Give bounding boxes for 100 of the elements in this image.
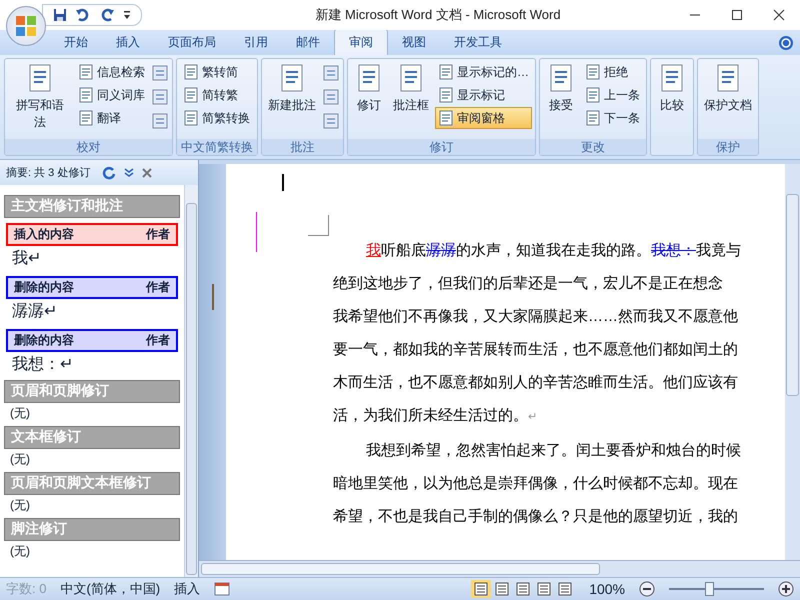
- calendar-icon[interactable]: [214, 582, 230, 596]
- group-label: 修订: [348, 139, 535, 155]
- document-icon[interactable]: [151, 112, 169, 130]
- undo-icon[interactable]: [75, 8, 91, 22]
- document-icon[interactable]: [151, 64, 169, 82]
- text-line: 活，为我们所未经生活过的。↵: [332, 406, 538, 426]
- document-icon: [183, 110, 199, 126]
- group-label: 更改: [540, 139, 646, 155]
- ribbon-tab[interactable]: 插入: [102, 30, 154, 55]
- text-line: 木而生活，也不愿意都如别人的辛苦恣睢而生活。他们应该有: [332, 373, 739, 393]
- ribbon-tab[interactable]: 引用: [230, 30, 282, 55]
- document-icon: [183, 87, 199, 103]
- text-cursor: [282, 174, 284, 191]
- close-icon: [773, 9, 785, 21]
- help-icon[interactable]: [778, 35, 794, 51]
- empty-note: (无): [9, 451, 31, 468]
- group-label: 校对: [5, 139, 172, 155]
- document-icon: [183, 64, 199, 80]
- horizontal-scrollbar[interactable]: [199, 560, 800, 577]
- ribbon-button[interactable]: 显示标记的…: [435, 61, 532, 83]
- ribbon-tab[interactable]: 邮件: [282, 30, 334, 55]
- ribbon-tab[interactable]: 开发工具: [440, 30, 516, 55]
- revision-header[interactable]: 删除的内容 作者: [6, 276, 178, 299]
- document-icon[interactable]: [322, 64, 340, 82]
- ribbon-button[interactable]: 修订: [351, 61, 387, 137]
- document-icon: [78, 110, 94, 126]
- scrollbar[interactable]: [785, 164, 800, 560]
- scrollbar[interactable]: [184, 185, 198, 577]
- revision-summary: 摘要: 共 3 处修订: [6, 166, 90, 180]
- zoom-slider-thumb[interactable]: [704, 582, 714, 596]
- group-label: 保护: [698, 139, 758, 155]
- ribbon-button[interactable]: 简转繁: [180, 84, 253, 106]
- refresh-icon[interactable]: [102, 166, 116, 180]
- ribbon-button[interactable]: 批注框: [390, 61, 432, 137]
- save-icon[interactable]: [53, 8, 67, 22]
- empty-note: (无): [9, 543, 31, 560]
- document-icon[interactable]: [151, 88, 169, 106]
- section-header: 页眉和页脚修订: [4, 380, 180, 403]
- office-button[interactable]: [6, 6, 46, 46]
- section-header: 主文档修订和批注: [4, 195, 180, 218]
- ribbon-tab[interactable]: 审阅: [334, 29, 388, 55]
- ribbon-tab[interactable]: 视图: [388, 30, 440, 55]
- ribbon-button[interactable]: 拒绝: [582, 61, 643, 83]
- status-item[interactable]: 插入: [174, 580, 200, 598]
- ribbon-button[interactable]: 繁转简: [180, 61, 253, 83]
- revision-header[interactable]: 插入的内容 作者: [6, 223, 178, 246]
- ribbon-button[interactable]: 保护文档: [701, 61, 755, 137]
- ribbon-button[interactable]: 翻译: [75, 107, 148, 129]
- ribbon-button[interactable]: 信息检索: [75, 61, 148, 83]
- document-icon: [438, 87, 454, 103]
- office-logo-icon: [13, 13, 39, 39]
- text-line: 希望，不也是我自己手制的偶像么？只是他的愿望切近，我的: [332, 507, 739, 527]
- ribbon-tab[interactable]: 页面布局: [154, 30, 230, 55]
- revision-text: 我↵: [11, 248, 42, 269]
- document-icon: [585, 64, 601, 80]
- customize-caret-icon[interactable]: [123, 10, 131, 20]
- revision-author: 作者: [146, 279, 170, 296]
- section-header: 文本框修订: [4, 426, 180, 449]
- zoom-in-icon[interactable]: [778, 581, 794, 597]
- text-line: 我想到希望，忽然害怕起来了。闰土要香炉和烛台的时候: [365, 441, 742, 461]
- ribbon-button[interactable]: 显示标记: [435, 84, 532, 106]
- revision-author: 作者: [146, 226, 170, 243]
- zoom-out-icon[interactable]: [639, 581, 655, 597]
- ribbon-button[interactable]: 新建批注: [265, 61, 319, 137]
- group-label: 中文简繁转换: [177, 139, 257, 155]
- text-line: 绝到这地步了，但我们的后辈还是一气，宏儿不是正在想念: [332, 274, 724, 294]
- revision-author: 作者: [146, 332, 170, 349]
- redo-icon[interactable]: [99, 8, 115, 22]
- status-item[interactable]: 中文(简体，中国): [60, 580, 160, 598]
- revision-text: 潺潺↵: [11, 302, 58, 322]
- ribbon-button[interactable]: 同义词库: [75, 84, 148, 106]
- ribbon-button[interactable]: 下一条: [582, 107, 643, 129]
- document-icon: [585, 110, 601, 126]
- revision-type: 删除的内容: [14, 279, 74, 296]
- document-icon: [78, 64, 94, 80]
- ribbon-button[interactable]: 简繁转换: [180, 107, 253, 129]
- collapse-chevron-icon[interactable]: [124, 168, 134, 178]
- ribbon-tab[interactable]: 开始: [50, 30, 102, 55]
- document-icon: [585, 87, 601, 103]
- text-line: 暗地里笑他，以为他总是崇拜偶像，什么时候都不忘却。现在: [332, 474, 739, 494]
- view-mode-icon[interactable]: [471, 580, 492, 598]
- ribbon-button[interactable]: 上一条: [582, 84, 643, 106]
- document-icon: [438, 110, 454, 126]
- document-icon[interactable]: [322, 88, 340, 106]
- ribbon-button[interactable]: 拼写和语法: [8, 61, 72, 137]
- document-icon[interactable]: [322, 112, 340, 130]
- close-icon[interactable]: [142, 168, 152, 178]
- ribbon-button[interactable]: 接受: [543, 61, 579, 137]
- zoom-level[interactable]: 100%: [589, 581, 625, 597]
- text-line: 我听船底潺潺的水声，知道我在走我的路。我想：我竟与: [226, 232, 785, 269]
- empty-note: (无): [9, 497, 31, 514]
- maximize-icon: [731, 9, 743, 21]
- section-header: 页眉和页脚文本框修订: [4, 472, 180, 495]
- ribbon-button[interactable]: 比较: [654, 61, 690, 137]
- revision-header[interactable]: 删除的内容 作者: [6, 329, 178, 352]
- revision-type: 插入的内容: [14, 226, 74, 243]
- window-title: 新建 Microsoft Word 文档 - Microsoft Word: [314, 6, 562, 24]
- text-line: 我希望他们不再像我，又大家隔膜起来……然而我又不愿意他: [332, 307, 739, 327]
- ribbon-button[interactable]: 审阅窗格: [435, 107, 532, 129]
- group-label: 批注: [262, 139, 343, 155]
